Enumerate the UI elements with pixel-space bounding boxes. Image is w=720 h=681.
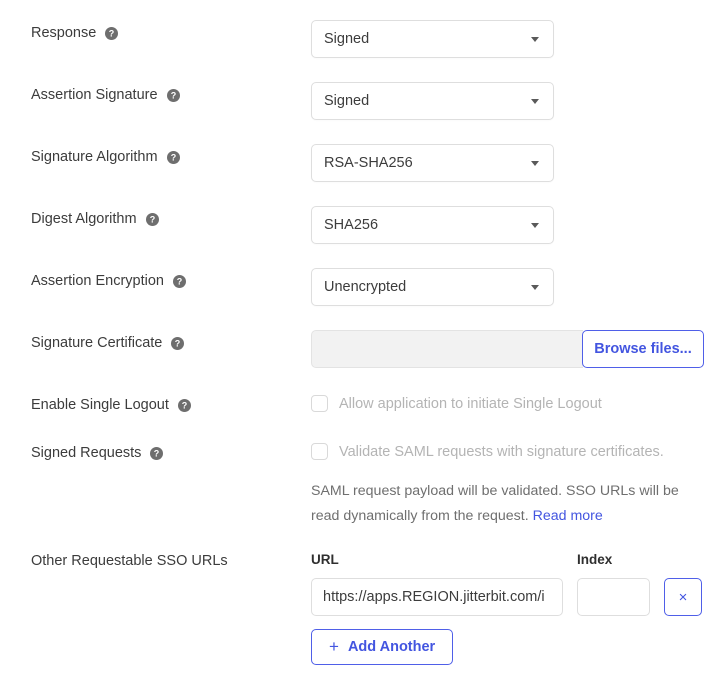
chevron-down-icon	[531, 36, 539, 42]
select-digest-algorithm-value: SHA256	[324, 217, 379, 233]
label-assertion-signature-text: Assertion Signature	[31, 87, 158, 103]
help-circle-icon[interactable]: ?	[150, 446, 164, 460]
svg-text:?: ?	[154, 448, 160, 458]
help-circle-icon[interactable]: ?	[177, 398, 191, 412]
single-logout-checkbox[interactable]	[311, 395, 328, 412]
label-assertion-encryption-text: Assertion Encryption	[31, 273, 164, 289]
select-response-value: Signed	[324, 31, 370, 47]
single-logout-checkbox-label: Allow application to initiate Single Log…	[339, 395, 602, 412]
svg-text:?: ?	[177, 276, 183, 286]
chevron-down-icon	[531, 284, 539, 290]
column-header-index: Index	[577, 552, 613, 567]
chevron-down-icon	[531, 98, 539, 104]
saml-settings-form: Response ? Signed Assertion Signature ? …	[0, 0, 720, 681]
select-signature-algorithm[interactable]: RSA-SHA256	[311, 144, 554, 182]
label-assertion-signature: Assertion Signature ?	[31, 86, 180, 104]
sso-index-input[interactable]	[577, 578, 650, 616]
label-enable-single-logout-text: Enable Single Logout	[31, 397, 169, 413]
label-digest-algorithm: Digest Algorithm ?	[31, 210, 159, 228]
label-signature-certificate-text: Signature Certificate	[31, 335, 163, 351]
label-signed-requests-text: Signed Requests	[31, 445, 142, 461]
svg-text:?: ?	[149, 214, 155, 224]
select-assertion-encryption-value: Unencrypted	[324, 279, 407, 295]
plus-icon: +	[329, 636, 339, 656]
help-circle-icon[interactable]: ?	[172, 274, 186, 288]
select-signature-algorithm-value: RSA-SHA256	[324, 155, 413, 171]
select-digest-algorithm[interactable]: SHA256	[311, 206, 554, 244]
help-circle-icon[interactable]: ?	[166, 150, 180, 164]
file-name-display	[311, 330, 583, 368]
help-circle-icon[interactable]: ?	[145, 212, 159, 226]
help-circle-icon[interactable]: ?	[171, 336, 185, 350]
label-digest-algorithm-text: Digest Algorithm	[31, 211, 137, 227]
svg-text:?: ?	[170, 90, 176, 100]
chevron-down-icon	[531, 160, 539, 166]
chevron-down-icon	[531, 222, 539, 228]
add-another-label: Add Another	[347, 639, 436, 655]
help-circle-icon[interactable]: ?	[166, 88, 180, 102]
label-response-text: Response	[31, 25, 97, 41]
select-assertion-signature-value: Signed	[324, 93, 370, 109]
select-response[interactable]: Signed	[311, 20, 554, 58]
read-more-link[interactable]: Read more	[533, 508, 603, 524]
signed-requests-checkbox-label: Validate SAML requests with signature ce…	[339, 443, 664, 460]
label-signed-requests: Signed Requests ?	[31, 444, 164, 462]
sso-url-input[interactable]	[311, 578, 563, 616]
remove-sso-url-button[interactable]: ×	[664, 578, 702, 616]
select-assertion-signature[interactable]: Signed	[311, 82, 554, 120]
svg-text:?: ?	[182, 400, 188, 410]
select-assertion-encryption[interactable]: Unencrypted	[311, 268, 554, 306]
label-signature-algorithm-text: Signature Algorithm	[31, 149, 158, 165]
signed-requests-checkbox[interactable]	[311, 443, 328, 460]
label-assertion-encryption: Assertion Encryption ?	[31, 272, 186, 290]
add-another-button[interactable]: + Add Another	[311, 629, 454, 665]
label-response: Response ?	[31, 24, 119, 42]
label-signature-algorithm: Signature Algorithm ?	[31, 148, 180, 166]
close-icon: ×	[678, 588, 688, 606]
signed-requests-helper-text: SAML request payload will be validated. …	[311, 479, 709, 529]
label-other-requestable-sso-urls: Other Requestable SSO URLs	[31, 552, 228, 570]
signature-certificate-file-picker: Browse files...	[311, 330, 704, 368]
column-header-url: URL	[311, 552, 339, 567]
browse-files-button[interactable]: Browse files...	[582, 330, 704, 368]
label-enable-single-logout: Enable Single Logout ?	[31, 396, 191, 414]
single-logout-checkbox-row[interactable]: Allow application to initiate Single Log…	[311, 395, 602, 412]
helper-text-body: SAML request payload will be validated. …	[311, 483, 679, 524]
svg-text:?: ?	[170, 152, 176, 162]
label-other-requestable-sso-urls-text: Other Requestable SSO URLs	[31, 553, 228, 569]
help-circle-icon[interactable]: ?	[105, 26, 119, 40]
label-signature-certificate: Signature Certificate ?	[31, 334, 185, 352]
svg-text:?: ?	[175, 338, 181, 348]
svg-text:?: ?	[109, 28, 115, 38]
signed-requests-checkbox-row[interactable]: Validate SAML requests with signature ce…	[311, 443, 664, 460]
